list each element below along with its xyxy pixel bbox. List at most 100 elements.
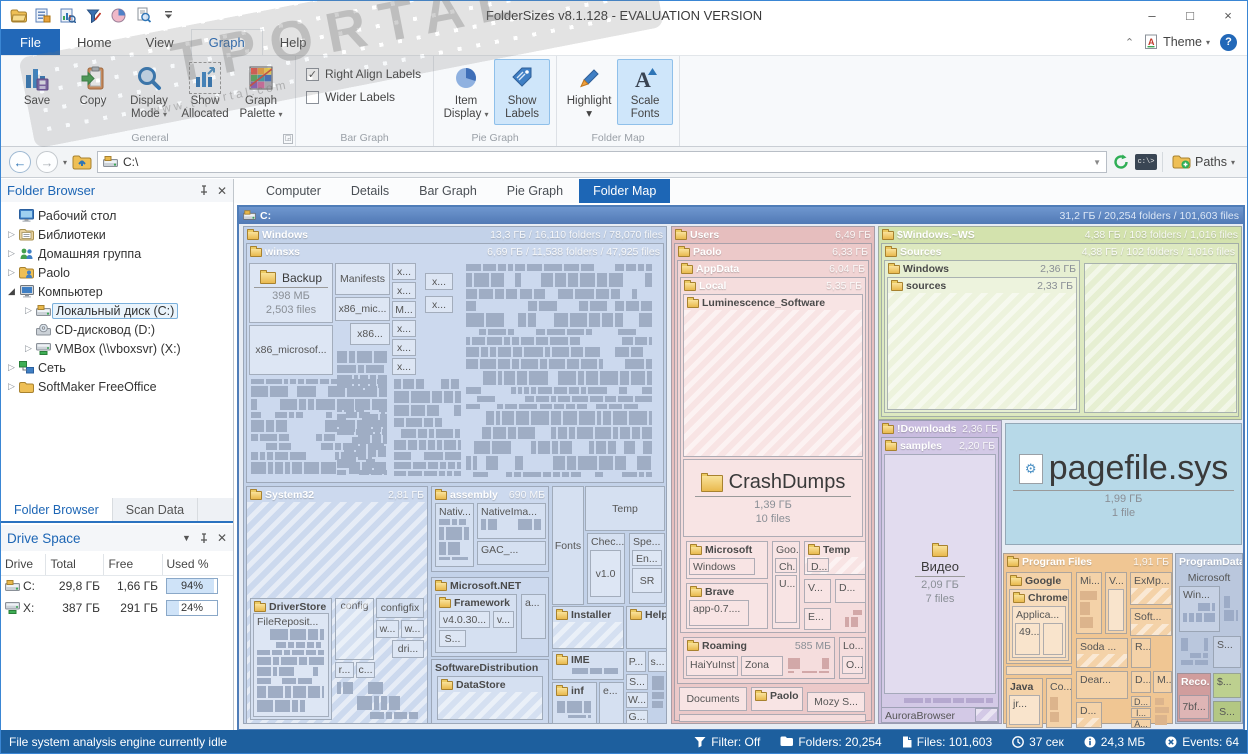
treemap-cell-gac-...[interactable]: GAC_... [477,541,546,565]
treemap-cell-g...[interactable]: G... [626,710,648,724]
treemap-cell-microsoft[interactable]: Microsoft [1177,571,1241,585]
open-folder-icon[interactable] [9,6,27,24]
expand-icon[interactable]: ▷ [5,362,18,373]
tree-item-vmbox-vboxsvr-x-[interactable]: ▷ VMBox (\\vboxsvr) (X:) [1,339,233,358]
treemap-cell-d...[interactable]: D... [1076,702,1102,728]
address-input[interactable]: C:\ ▼ [97,151,1108,173]
treemap-cell-a...[interactable]: a... [521,594,546,639]
pin-icon[interactable] [199,185,209,196]
treemap-cell-installer[interactable]: Installer [552,606,624,649]
treemap-cell-sr[interactable]: SR [632,568,662,593]
close-panel-icon[interactable]: ✕ [217,184,227,198]
status-file[interactable]: Files: 101,603 [902,735,992,749]
treemap-cell-zona[interactable]: Zona [741,656,783,676]
address-dropdown-icon[interactable]: ▼ [1093,158,1101,167]
treemap-cell-pagefile.sys[interactable]: ⚙ pagefile.sys 1,99 ГБ 1 file [1005,423,1242,545]
column-header-free[interactable]: Free [103,554,162,576]
report-icon[interactable] [34,6,52,24]
dialog-launcher-icon[interactable]: ◲ [283,134,293,144]
paths-button[interactable]: Paths ▾ [1168,152,1239,172]
tree-item-cd-дисковод-d-[interactable]: CD-дисковод (D:) [1,320,233,339]
treemap-cell-49...[interactable]: 49... [1015,623,1040,655]
treemap-cell-i...[interactable]: I... [1131,708,1151,718]
treemap-cell-dri...[interactable]: dri... [392,640,424,658]
column-header-drive[interactable]: Drive [1,554,46,576]
treemap-cell-soda-...[interactable]: Soda ... [1076,638,1128,668]
ribbon-tab-view[interactable]: View [129,29,191,55]
treemap-cell-temp[interactable]: Temp [585,486,665,531]
status-events[interactable]: Events: 64 [1165,735,1239,749]
treemap-cell-s...[interactable]: S... [626,674,648,690]
theme-button[interactable]: A Theme ▾ [1144,34,1210,50]
ribbon-tab-help[interactable]: Help [263,29,324,55]
treemap-cell-e...[interactable]: E... [804,608,831,630]
treemap-cell-a...[interactable]: A... [1131,719,1151,728]
view-tab-bar-graph[interactable]: Bar Graph [405,179,491,203]
treemap-block[interactable] [1084,263,1237,413]
treemap-cell-x...[interactable]: x... [392,320,416,337]
maximize-button[interactable]: □ [1171,1,1209,29]
treemap-cell-e...[interactable]: e... [599,682,624,724]
analyze-icon[interactable] [59,6,77,24]
scale-fonts-button[interactable]: A Scale Fonts [617,59,674,125]
treemap-cell-r...[interactable]: R... [1131,638,1151,668]
treemap-cell-o...[interactable]: O... [842,656,863,674]
sidebar-tab-scan-data[interactable]: Scan Data [113,498,199,521]
treemap-cell-v...[interactable]: V... [804,579,831,603]
drive-row-C[interactable]: C: 29,8 ГБ 1,66 ГБ 94% [1,575,233,597]
treemap-block[interactable] [1006,666,1072,675]
treemap-cell-haiyuinst[interactable]: HaiYuInst [686,656,738,676]
treemap-cell-s...[interactable]: S... [1213,701,1241,722]
treemap-cell-windows[interactable]: Windows [689,558,755,575]
minimize-button[interactable]: – [1133,1,1171,29]
treemap-cell-m...[interactable]: M... [1153,671,1172,693]
status-filter[interactable]: Filter: Off [694,735,760,749]
treemap-cell-w...[interactable]: w... [401,620,424,638]
treemap-cell-luminescence-software[interactable]: Luminescence_Software [683,294,863,457]
treemap-block[interactable] [1108,589,1124,631]
display-mode-button[interactable]: Display Mode ▾ [121,59,177,125]
status-folder[interactable]: Folders: 20,254 [780,735,882,749]
sidebar-tab-folder-browser[interactable]: Folder Browser [1,498,113,521]
treemap-cell-s...[interactable]: S... [439,630,466,647]
treemap-cell-documents[interactable]: Documents [679,687,747,711]
treemap-cell-x86-mic...[interactable]: x86_mic... [335,297,390,321]
treemap-cell-x...[interactable]: x... [392,263,416,280]
treemap-cell-u...[interactable]: U... [775,575,797,623]
treemap-cell-v...[interactable]: v... [493,611,514,628]
collapse-ribbon-icon[interactable]: ⌃ [1125,36,1134,49]
treemap-cell-app-0.7....[interactable]: app-0.7.... [689,600,749,626]
treemap-cell-ch...[interactable]: Ch... [775,558,797,573]
chevron-down-icon[interactable]: ▼ [182,533,191,543]
treemap-cell-d...[interactable]: D... [807,558,829,573]
more-arrow-icon[interactable] [159,6,177,24]
checkbox-wider-labels[interactable]: Wider Labels [306,90,421,104]
column-header-used%[interactable]: Used % [161,554,233,576]
pin-icon[interactable] [199,532,209,544]
treemap-cell-mozy-s...[interactable]: Mozy S... [807,692,865,712]
treemap-cell-c...[interactable]: c... [356,662,375,678]
treemap-cell-backup[interactable]: Backup 398 МБ 2,503 files [249,263,333,323]
ribbon-tab-file[interactable]: File [1,29,60,55]
treemap-cell-manifests[interactable]: Manifests [335,263,390,295]
item-display-button[interactable]: Item Display ▾ [438,59,494,125]
status-clock[interactable]: 37 сек [1012,735,1064,749]
ribbon-tab-home[interactable]: Home [60,29,129,55]
history-dropdown-icon[interactable]: ▾ [63,158,67,167]
treemap-block[interactable] [1043,623,1063,655]
filter-icon[interactable] [84,6,102,24]
view-tab-pie-graph[interactable]: Pie Graph [493,179,577,203]
tree-item-softmaker-freeoffice[interactable]: ▷ SoftMaker FreeOffice [1,377,233,396]
treemap-cell-x...[interactable]: x... [392,282,416,299]
treemap-cell-s...[interactable]: s... [648,651,667,672]
treemap-cell-r...[interactable]: r... [335,662,354,678]
collapse-icon[interactable]: ◢ [5,286,18,297]
schedule-icon[interactable] [109,6,127,24]
treemap-cell-$...[interactable]: $... [1213,673,1241,698]
console-button[interactable]: c:\> [1135,154,1158,170]
treemap-cell-x...[interactable]: x... [425,296,453,313]
treemap-cell-configfix[interactable]: configfix [376,598,424,618]
view-tab-details[interactable]: Details [337,179,403,203]
drive-row-X[interactable]: X: 387 ГБ 291 ГБ 24% [1,597,233,619]
treemap-cell-v1.0[interactable]: v1.0 [590,550,621,597]
